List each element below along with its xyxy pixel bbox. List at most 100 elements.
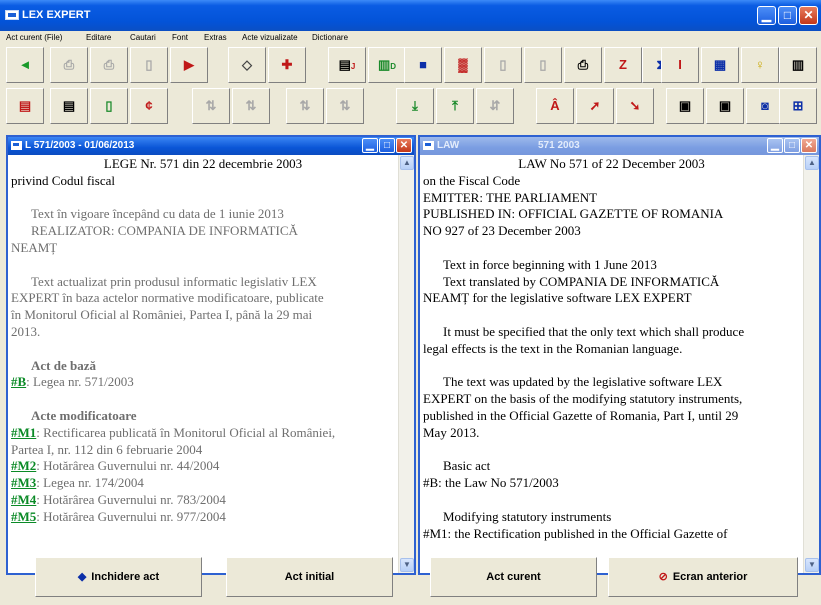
act-reference-link[interactable]: #M4: [11, 492, 36, 507]
tb1-button-4[interactable]: ▶: [170, 47, 208, 83]
act-reference-link[interactable]: #M2: [11, 458, 36, 473]
document-line: REALIZATOR: COMPANIA DE INFORMATICĂ: [31, 223, 298, 239]
tb1-button-3[interactable]: ▯: [130, 47, 168, 83]
toolbar-glyph-icon: I: [678, 57, 682, 72]
toolbar-glyph-icon: ▓: [458, 57, 468, 72]
menu-extras[interactable]: Extras: [204, 33, 227, 42]
right-close-button[interactable]: ✕: [801, 138, 817, 153]
left-minimize-button[interactable]: ▁: [362, 138, 378, 153]
tb2-button-12[interactable]: ➚: [576, 88, 614, 124]
tb1-button-13[interactable]: ⎙: [564, 47, 602, 83]
tb2-button-2[interactable]: ▯: [90, 88, 128, 124]
tb1-button-10[interactable]: ▓: [444, 47, 482, 83]
tb1-button-16[interactable]: I: [661, 47, 699, 83]
tb2-button-10[interactable]: ⇵: [476, 88, 514, 124]
document-line: #M1: the Rectification published in the …: [423, 525, 728, 541]
scroll-down-arrow-icon[interactable]: ▼: [400, 558, 414, 572]
tb2-button-3[interactable]: ¢: [130, 88, 168, 124]
tb2-button-7[interactable]: ⇅: [326, 88, 364, 124]
tb2-button-0[interactable]: ▤: [6, 88, 44, 124]
ecran-anterior-button[interactable]: ⊘ Ecran anterior: [608, 557, 798, 597]
tb2-button-9[interactable]: ⤒: [436, 88, 474, 124]
act-reference-link[interactable]: #M1: [11, 425, 36, 440]
tb1-button-9[interactable]: ■: [404, 47, 442, 83]
tb1-button-8[interactable]: ▥D: [368, 47, 406, 83]
close-icon: ✕: [399, 140, 409, 151]
tb2-button-14[interactable]: ▣: [666, 88, 704, 124]
tb2-button-6[interactable]: ⇅: [286, 88, 324, 124]
english-document-number: 571 2003: [538, 140, 580, 151]
tb1-button-5[interactable]: ◇: [228, 47, 266, 83]
toolbar-glyph-icon: ▯: [539, 57, 547, 72]
english-document-title-bar[interactable]: LAW 571 2003 ▁ □ ✕: [420, 137, 819, 155]
toolbar-glyph-icon: ➘: [629, 98, 641, 113]
toolbar-glyph-icon: ⎙: [103, 57, 115, 72]
minimize-button[interactable]: ▁: [757, 6, 776, 25]
menu-cautari[interactable]: Cautari: [130, 33, 156, 42]
toolbar-glyph-icon: ◇: [242, 57, 252, 72]
title-bar[interactable]: LEX EXPERT ▁ □ ✕: [0, 0, 821, 31]
maximize-button[interactable]: □: [778, 6, 797, 25]
right-minimize-button[interactable]: ▁: [767, 138, 783, 153]
right-scrollbar[interactable]: ▲ ▼: [803, 155, 819, 573]
act-reference-link[interactable]: #M5: [11, 509, 36, 524]
romanian-document-text[interactable]: LEGE Nr. 571 din 22 decembrie 2003 privin…: [8, 155, 398, 573]
right-maximize-button[interactable]: □: [784, 138, 800, 153]
tb1-button-17[interactable]: ▦: [701, 47, 739, 83]
tb2-button-15[interactable]: ▣: [706, 88, 744, 124]
act-reference-text: : Rectificarea publicată în Monitorul Of…: [36, 424, 336, 440]
tb2-button-17[interactable]: ⊞: [779, 88, 817, 124]
menu-acte-vizualizate[interactable]: Acte vizualizate: [242, 33, 298, 42]
romanian-document-window: L 571/2003 - 01/06/2013 ▁ □ ✕ LEGE Nr. 5…: [6, 135, 416, 575]
tb2-button-13[interactable]: ➘: [616, 88, 654, 124]
toolbar-glyph-icon: ⤓: [412, 98, 418, 113]
scroll-down-arrow-icon[interactable]: ▼: [805, 558, 819, 572]
toolbar-glyph-icon: ¢: [145, 98, 153, 113]
inchidere-act-button[interactable]: ◆ Inchidere act: [35, 557, 202, 597]
document-line: Acte modificatoare: [31, 407, 137, 423]
tb2-button-4[interactable]: ⇅: [192, 88, 230, 124]
english-document-text[interactable]: LAW No 571 of 22 December 2003 on the Fis…: [420, 155, 803, 573]
tb1-button-1[interactable]: ⎙: [50, 47, 88, 83]
tb1-button-18[interactable]: ♀: [741, 47, 779, 83]
document-line: #M1: Rectificarea publicată în Monitorul…: [11, 425, 395, 442]
tb1-button-19[interactable]: ▥: [779, 47, 817, 83]
document-line: on the Fiscal Code: [423, 172, 521, 188]
menu-bar: Act curent (File) Editare Cautari Font E…: [0, 31, 821, 44]
tb1-button-11[interactable]: ▯: [484, 47, 522, 83]
tb1-button-7[interactable]: ▤J: [328, 47, 366, 83]
toolbar-glyph-icon: ⎙: [577, 57, 589, 72]
tb1-button-0[interactable]: ◄: [6, 47, 44, 83]
maximize-icon: □: [788, 140, 796, 151]
maximize-icon: □: [783, 8, 792, 22]
left-scrollbar[interactable]: ▲ ▼: [398, 155, 414, 573]
act-initial-button[interactable]: Act initial: [226, 557, 393, 597]
scroll-up-arrow-icon[interactable]: ▲: [400, 156, 414, 170]
tb2-button-11[interactable]: Â: [536, 88, 574, 124]
act-reference-link[interactable]: #M3: [11, 475, 36, 490]
menu-act-curent[interactable]: Act curent (File): [6, 33, 62, 42]
tb1-button-2[interactable]: ⎙: [90, 47, 128, 83]
act-reference-link[interactable]: #B: [11, 374, 26, 389]
document-icon: [423, 141, 434, 150]
menu-dictionare[interactable]: Dictionare: [312, 33, 348, 42]
toolbar-glyph-icon: ▯: [499, 57, 507, 72]
scroll-up-arrow-icon[interactable]: ▲: [805, 156, 819, 170]
document-line: EXPERT on the basis of the modifying sta…: [423, 391, 743, 407]
romanian-document-title-bar[interactable]: L 571/2003 - 01/06/2013 ▁ □ ✕: [8, 137, 414, 155]
tb2-button-1[interactable]: ▤: [50, 88, 88, 124]
document-line: #B: Legea nr. 571/2003: [11, 374, 395, 391]
toolbar-glyph-icon: ✚: [281, 57, 293, 72]
left-close-button[interactable]: ✕: [396, 138, 412, 153]
tb1-button-14[interactable]: Z: [604, 47, 642, 83]
tb2-button-5[interactable]: ⇅: [232, 88, 270, 124]
act-curent-button[interactable]: Act curent: [430, 557, 597, 597]
menu-font[interactable]: Font: [172, 33, 188, 42]
tb1-button-12[interactable]: ▯: [524, 47, 562, 83]
menu-editare[interactable]: Editare: [86, 33, 111, 42]
tb1-button-6[interactable]: ✚: [268, 47, 306, 83]
left-maximize-button[interactable]: □: [379, 138, 395, 153]
close-button[interactable]: ✕: [799, 6, 818, 25]
tb2-button-8[interactable]: ⤓: [396, 88, 434, 124]
